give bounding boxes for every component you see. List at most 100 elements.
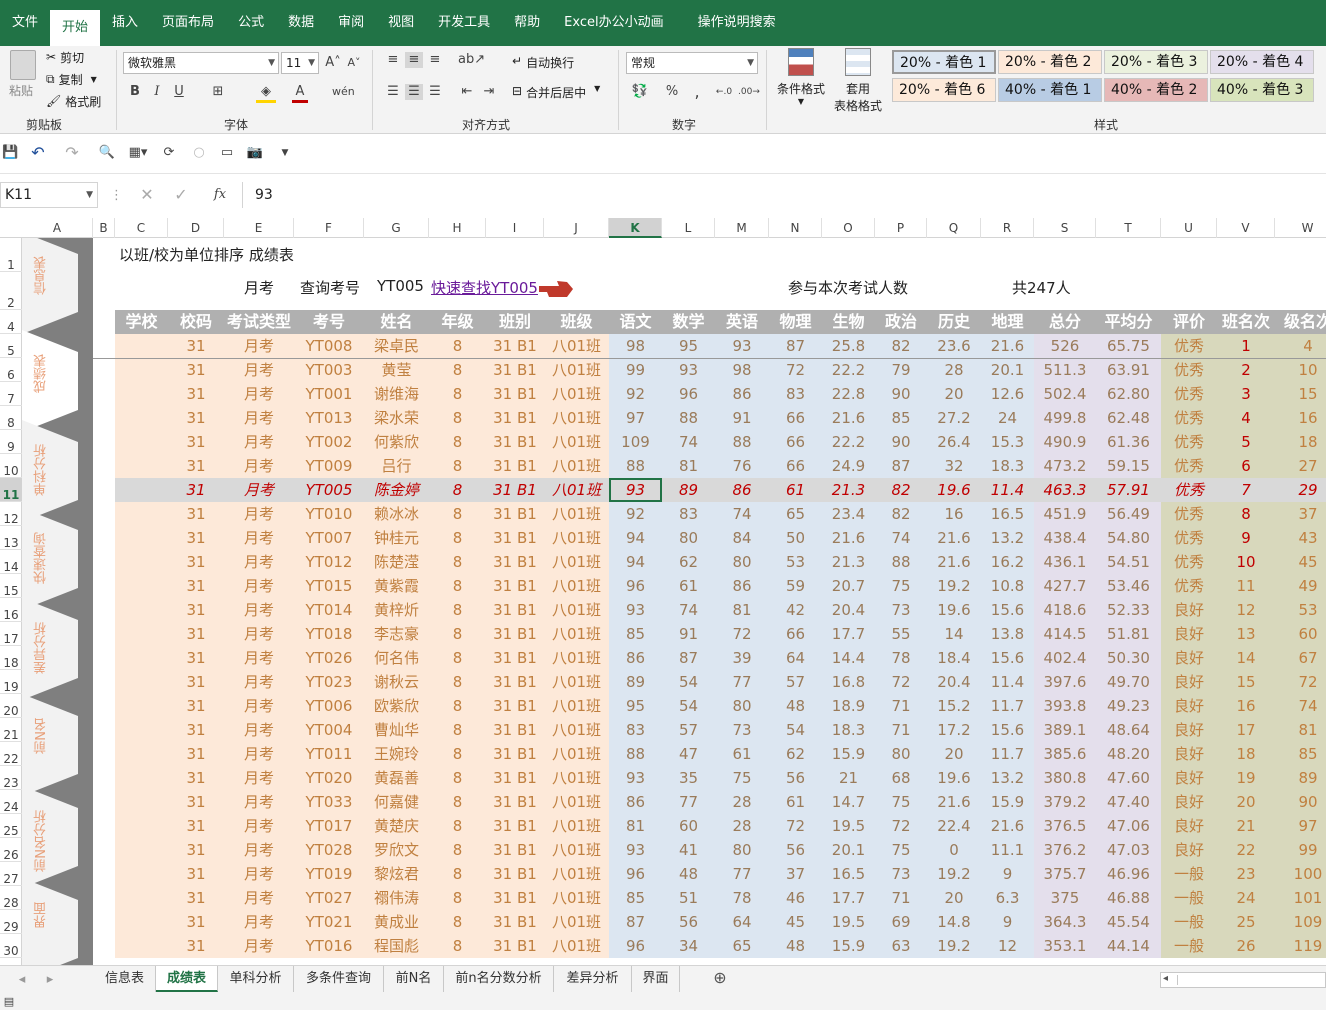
table-cell[interactable]: 谢维海 bbox=[364, 382, 429, 406]
table-cell[interactable]: 375.7 bbox=[1034, 862, 1096, 886]
table-cell[interactable]: 31 B1 bbox=[486, 742, 544, 766]
table-cell[interactable]: YT013 bbox=[294, 406, 364, 430]
horizontal-scrollbar[interactable]: ◂ bbox=[1160, 972, 1326, 988]
table-cell[interactable]: 451.9 bbox=[1034, 502, 1096, 526]
table-cell[interactable]: 良好 bbox=[1161, 838, 1217, 862]
table-cell[interactable]: 75 bbox=[875, 574, 927, 598]
table-cell[interactable]: 月考 bbox=[224, 358, 294, 382]
table-cell[interactable]: 22.2 bbox=[822, 358, 875, 382]
table-cell[interactable]: 良好 bbox=[1161, 766, 1217, 790]
nav-tab-0[interactable]: 信息表 bbox=[22, 238, 78, 334]
table-cell[interactable]: 88 bbox=[715, 430, 769, 454]
align-center-icon[interactable]: ☰ bbox=[405, 84, 423, 100]
table-cell[interactable]: 14 bbox=[1217, 646, 1275, 670]
table-cell[interactable]: 28 bbox=[715, 790, 769, 814]
table-cell[interactable]: 29 bbox=[1275, 478, 1326, 502]
table-cell[interactable]: 八01班 bbox=[544, 550, 609, 574]
table-cell[interactable]: YT015 bbox=[294, 574, 364, 598]
table-cell[interactable]: YT033 bbox=[294, 790, 364, 814]
table-cell[interactable]: 93 bbox=[715, 334, 769, 358]
table-cell[interactable]: 25.8 bbox=[822, 334, 875, 358]
table-cell[interactable]: 月考 bbox=[224, 934, 294, 958]
table-cell[interactable] bbox=[115, 406, 168, 430]
table-cell[interactable]: 13 bbox=[1217, 622, 1275, 646]
column-header-T[interactable]: T bbox=[1096, 218, 1161, 238]
table-cell[interactable]: 87 bbox=[875, 454, 927, 478]
table-cell[interactable]: 75 bbox=[875, 838, 927, 862]
table-cell[interactable]: 76 bbox=[715, 454, 769, 478]
table-cell[interactable]: 49 bbox=[1275, 574, 1326, 598]
table-cell[interactable]: 31 bbox=[168, 622, 224, 646]
nav-tab-4[interactable]: 差异分析 bbox=[22, 598, 78, 700]
menu-item-6[interactable]: 审阅 bbox=[326, 0, 376, 46]
table-cell[interactable]: 54 bbox=[662, 670, 715, 694]
table-cell[interactable]: 26.4 bbox=[927, 430, 981, 454]
table-cell[interactable]: 89 bbox=[1275, 766, 1326, 790]
table-cell[interactable]: 17.7 bbox=[822, 622, 875, 646]
table-cell[interactable]: 31 bbox=[168, 766, 224, 790]
table-cell[interactable]: 0 bbox=[927, 838, 981, 862]
table-cell[interactable]: 80 bbox=[875, 742, 927, 766]
table-cell[interactable]: YT017 bbox=[294, 814, 364, 838]
orientation-icon[interactable]: ab↗ bbox=[458, 52, 485, 68]
copy-button[interactable]: ⧉ 复制 ▼ bbox=[46, 70, 97, 88]
table-cell[interactable]: 10 bbox=[1275, 358, 1326, 382]
table-cell[interactable]: 73 bbox=[875, 598, 927, 622]
table-cell[interactable]: 47 bbox=[662, 742, 715, 766]
table-cell[interactable]: 66 bbox=[769, 454, 822, 478]
table-cell[interactable]: 8 bbox=[429, 550, 486, 574]
table-cell[interactable]: 19.2 bbox=[927, 574, 981, 598]
align-bottom-icon[interactable]: ≡ bbox=[426, 52, 444, 68]
table-cell[interactable]: 31 B1 bbox=[486, 574, 544, 598]
table-cell[interactable]: 黄成业 bbox=[364, 910, 429, 934]
table-cell[interactable]: 98 bbox=[609, 334, 662, 358]
table-cell[interactable] bbox=[115, 646, 168, 670]
table-cell[interactable]: 何名伟 bbox=[364, 646, 429, 670]
table-cell[interactable]: 18.3 bbox=[981, 454, 1034, 478]
scroll-thumb[interactable] bbox=[1177, 975, 1317, 985]
cut-button[interactable]: ✂ 剪切 bbox=[46, 48, 84, 66]
table-cell[interactable]: 61 bbox=[662, 574, 715, 598]
table-cell[interactable]: 31 B1 bbox=[486, 646, 544, 670]
column-header-R[interactable]: R bbox=[981, 218, 1034, 238]
table-cell[interactable]: 20.1 bbox=[822, 838, 875, 862]
table-cell[interactable]: 23.4 bbox=[822, 502, 875, 526]
table-cell[interactable]: 良好 bbox=[1161, 598, 1217, 622]
table-cell[interactable]: 良好 bbox=[1161, 622, 1217, 646]
table-cell[interactable]: 66 bbox=[769, 622, 822, 646]
table-cell[interactable]: 16.5 bbox=[981, 502, 1034, 526]
table-cell[interactable]: 90 bbox=[875, 430, 927, 454]
table-cell[interactable]: 72 bbox=[875, 814, 927, 838]
table-cell[interactable]: 65 bbox=[715, 934, 769, 958]
table-cell[interactable]: 81 bbox=[715, 598, 769, 622]
table-cell[interactable]: 31 bbox=[168, 694, 224, 718]
table-cell[interactable] bbox=[115, 934, 168, 958]
table-cell[interactable]: 91 bbox=[715, 406, 769, 430]
table-cell[interactable]: 64 bbox=[715, 910, 769, 934]
table-cell[interactable]: 60 bbox=[1275, 622, 1326, 646]
cell-style-1[interactable]: 20% - 着色 2 bbox=[998, 50, 1102, 74]
table-cell[interactable]: 月考 bbox=[224, 766, 294, 790]
menu-item-4[interactable]: 公式 bbox=[226, 0, 276, 46]
table-cell[interactable]: 93 bbox=[662, 358, 715, 382]
table-cell[interactable]: 15.3 bbox=[981, 430, 1034, 454]
table-cell[interactable]: 19.6 bbox=[927, 478, 981, 502]
cell-style-6[interactable]: 40% - 着色 2 bbox=[1104, 78, 1208, 102]
table-cell[interactable]: 78 bbox=[875, 646, 927, 670]
table-cell[interactable]: 8 bbox=[429, 670, 486, 694]
row-header-22[interactable]: 22 bbox=[0, 742, 22, 766]
font-color-icon[interactable]: A bbox=[292, 84, 308, 103]
table-cell[interactable]: 优秀 bbox=[1161, 406, 1217, 430]
table-cell[interactable]: 月考 bbox=[224, 454, 294, 478]
table-cell[interactable]: 51.81 bbox=[1096, 622, 1161, 646]
table-cell[interactable]: 12.6 bbox=[981, 382, 1034, 406]
table-cell[interactable]: 黄莹 bbox=[364, 358, 429, 382]
table-cell[interactable]: 15.2 bbox=[927, 694, 981, 718]
table-cell[interactable]: YT006 bbox=[294, 694, 364, 718]
table-cell[interactable]: 8 bbox=[429, 790, 486, 814]
table-cell[interactable]: 31 bbox=[168, 598, 224, 622]
column-header-J[interactable]: J bbox=[544, 218, 609, 238]
table-cell[interactable]: 20 bbox=[1217, 790, 1275, 814]
table-cell[interactable]: 18.3 bbox=[822, 718, 875, 742]
table-cell[interactable]: 八01班 bbox=[544, 694, 609, 718]
